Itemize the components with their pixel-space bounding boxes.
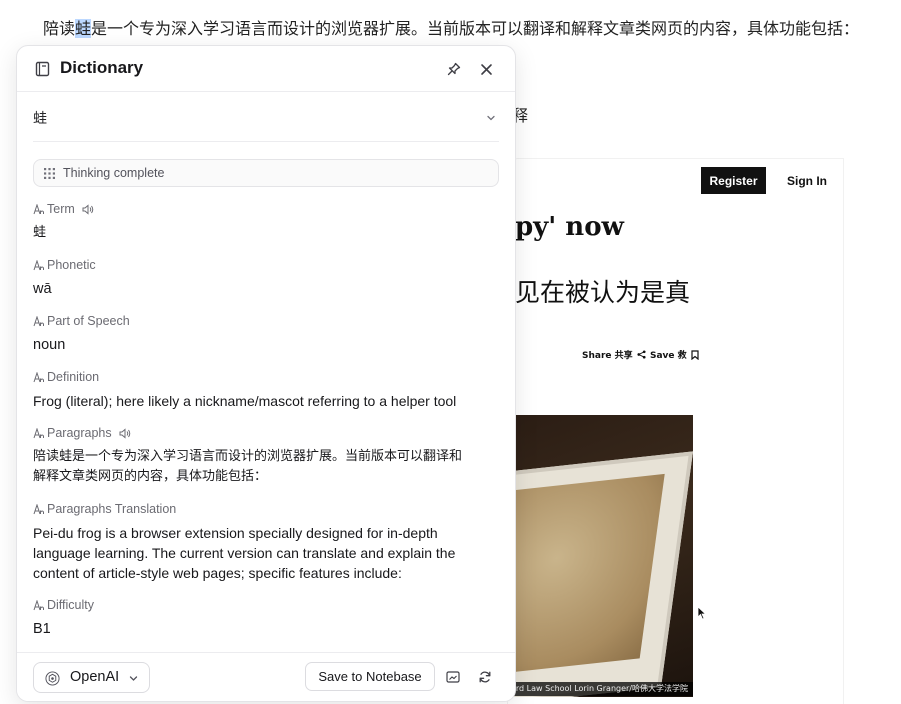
field-value-paragraphs: 陪读蛙是一个专为深入学习语言而设计的浏览器扩展。当前版本可以翻译和 解释文章类网…: [33, 447, 499, 487]
thinking-label: Thinking complete: [63, 166, 165, 180]
image-icon: [446, 671, 460, 683]
photo-parchment: [508, 473, 665, 677]
thinking-status[interactable]: Thinking complete: [33, 159, 499, 187]
share-icon: [637, 350, 646, 359]
model-selector[interactable]: OpenAI: [33, 662, 150, 693]
selected-word: 蛙: [33, 111, 47, 127]
photo-caption: ard Law School Lorin Granger/哈佛大学法学院: [508, 682, 693, 696]
save-to-notebase-button[interactable]: Save to Notebase: [305, 662, 435, 691]
field-difficulty: Difficulty B1: [33, 597, 499, 639]
field-definition: Definition Frog (literal); here likely a…: [33, 369, 499, 411]
field-label-paragraphs-translation: Paragraphs Translation: [47, 502, 177, 516]
field-type-icon: [33, 259, 44, 270]
field-label-paragraphs: Paragraphs: [47, 426, 112, 440]
field-value-paragraphs-translation: Pei-du frog is a browser extension speci…: [33, 525, 456, 581]
field-label-term: Term: [47, 202, 75, 216]
chevron-down-icon: [129, 676, 138, 681]
speaker-icon[interactable]: [119, 427, 131, 439]
screenshot-button[interactable]: [442, 666, 464, 688]
paragraph-line: 解释文章类网页的内容，具体功能包括：: [33, 469, 268, 484]
bg-text-after: 是一个专为深入学习语言而设计的浏览器扩展。当前版本可以翻译和解释文章类网页的内容…: [91, 19, 860, 38]
openai-icon: [45, 671, 60, 686]
article-headline: py' now: [515, 212, 624, 242]
paragraph-line: 陪读蛙是一个专为深入学习语言而设计的浏览器扩展。当前版本可以翻译和: [33, 449, 463, 464]
field-type-icon: [33, 315, 44, 326]
field-term: Term 蛙: [33, 201, 499, 243]
bookmark-icon: [691, 349, 699, 360]
grid-dots-icon: [44, 168, 55, 179]
bg-text-before: 陪读: [43, 19, 76, 38]
model-label: OpenAI: [70, 669, 120, 685]
dictionary-panel: Dictionary 蛙 Thinking complete Term 蛙 Ph…: [16, 45, 516, 702]
field-value-term: 蛙: [33, 225, 47, 240]
field-phonetic: Phonetic wā: [33, 257, 499, 299]
book-icon: [35, 61, 50, 77]
field-type-icon: [33, 371, 44, 382]
panel-footer: OpenAI Save to Notebase: [17, 652, 515, 701]
field-type-icon: [33, 599, 44, 610]
pin-button[interactable]: [443, 58, 465, 80]
article-subheadline: 见在被认为是真: [515, 278, 691, 307]
register-button[interactable]: Register: [701, 167, 766, 194]
field-value-difficulty: B1: [33, 621, 51, 637]
field-type-icon: [33, 203, 44, 214]
field-type-icon: [33, 427, 44, 438]
panel-title: Dictionary: [60, 58, 144, 77]
field-label-definition: Definition: [47, 370, 100, 384]
field-label-part-of-speech: Part of Speech: [47, 314, 130, 328]
refresh-icon: [479, 671, 491, 683]
background-paragraph: 陪读蛙是一个专为深入学习语言而设计的浏览器扩展。当前版本可以翻译和解释文章类网页…: [43, 18, 859, 40]
word-selector[interactable]: 蛙: [33, 104, 499, 142]
speaker-icon[interactable]: [82, 203, 94, 215]
chevron-down-icon: [487, 115, 495, 121]
regenerate-button[interactable]: [474, 666, 496, 688]
field-part-of-speech: Part of Speech noun: [33, 313, 499, 355]
close-button[interactable]: [475, 58, 497, 80]
share-label: Share 共享: [582, 351, 633, 361]
sign-in-link[interactable]: Sign In: [787, 167, 827, 194]
pin-icon: [447, 62, 461, 76]
save-article-label: Save 救: [650, 351, 687, 361]
share-button[interactable]: Share 共享: [582, 348, 646, 361]
field-label-difficulty: Difficulty: [47, 598, 95, 612]
panel-header: Dictionary: [17, 46, 515, 92]
field-value-part-of-speech: noun: [33, 337, 66, 353]
bg-highlighted-word[interactable]: 蛙: [75, 19, 92, 38]
field-paragraphs: Paragraphs 陪读蛙是一个专为深入学习语言而设计的浏览器扩展。当前版本可…: [33, 425, 499, 487]
field-type-icon: [33, 503, 44, 514]
field-paragraphs-translation: Paragraphs Translation Pei-du frog is a …: [33, 501, 499, 583]
field-value-phonetic: wā: [33, 281, 52, 297]
field-value-definition: Frog (literal); here likely a nickname/m…: [33, 393, 457, 409]
save-article-button[interactable]: Save 救: [650, 348, 699, 361]
field-label-phonetic: Phonetic: [47, 258, 96, 272]
mouse-cursor-icon: [697, 606, 707, 620]
article-photo: [508, 415, 693, 697]
close-icon: [480, 63, 492, 75]
